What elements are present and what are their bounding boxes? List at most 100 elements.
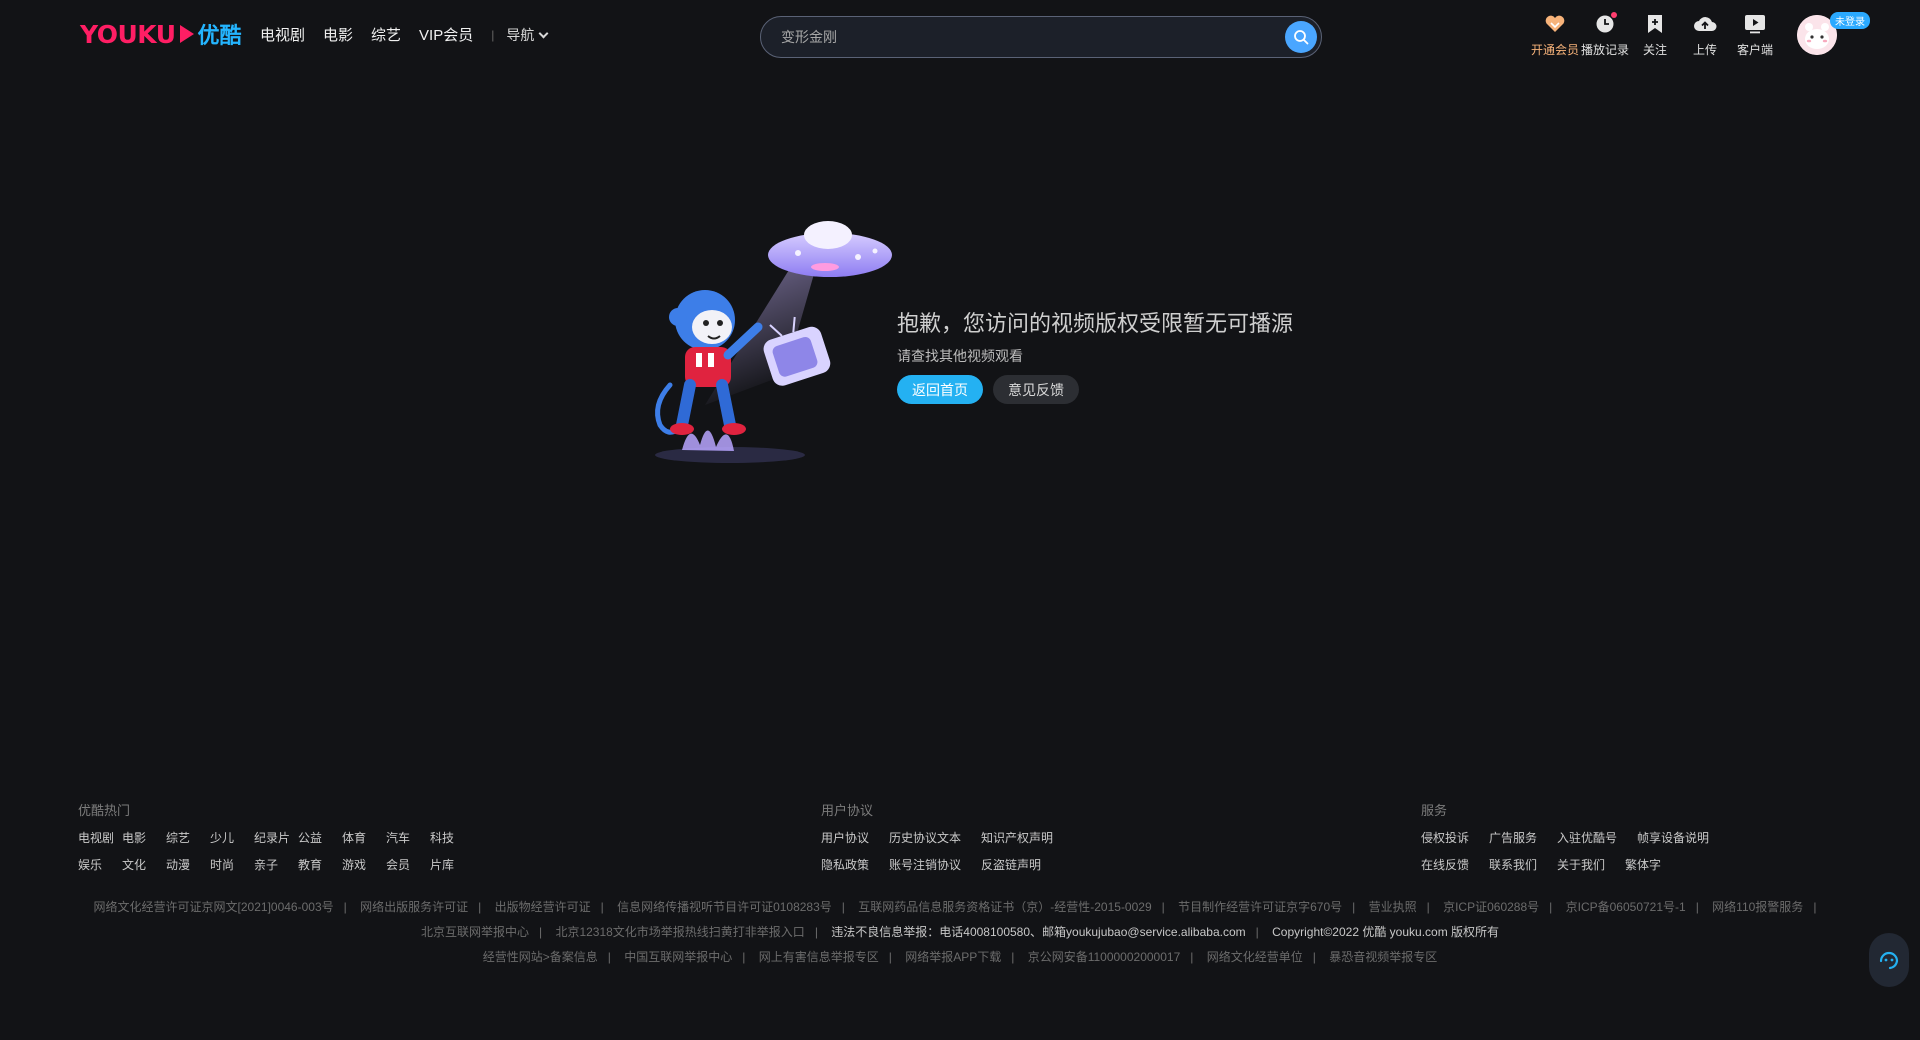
footer-link[interactable]: 用户协议 xyxy=(821,829,889,846)
back-home-button[interactable]: 返回首页 xyxy=(897,375,983,404)
nav-separator: | xyxy=(491,27,495,42)
license-link[interactable]: 网络文化经营许可证京网文[2021]0046-003号 xyxy=(94,900,334,914)
footer-agreement-column: 用户协议 用户协议 历史协议文本 知识产权声明 隐私政策 账号注销协议 反盗链声… xyxy=(821,800,1061,883)
nav-variety[interactable]: 综艺 xyxy=(371,24,401,45)
header-tools: 开通会员 播放记录 关注 上传 客户端 xyxy=(1530,12,1780,58)
license-link[interactable]: 京ICP备06050721号-1 xyxy=(1566,900,1686,914)
report-contact-text: 违法不良信息举报：电话4008100580、邮箱youkujubao@servi… xyxy=(831,925,1246,939)
license-link[interactable]: 网络110报警服务 xyxy=(1712,900,1803,914)
nav-menu-dropdown[interactable]: 导航 xyxy=(506,25,549,45)
footer-link[interactable]: 纪录片 xyxy=(254,829,298,846)
footer-link[interactable]: 会员 xyxy=(386,856,430,873)
license-link[interactable]: 京ICP证060288号 xyxy=(1443,900,1539,914)
license-link[interactable]: 网络出版服务许可证 xyxy=(360,900,468,914)
license-link[interactable]: 网络文化经营单位 xyxy=(1207,950,1303,964)
footer-link[interactable]: 历史协议文本 xyxy=(889,829,981,846)
license-link[interactable]: 节目制作经营许可证京字670号 xyxy=(1178,900,1342,914)
footer-link[interactable]: 游戏 xyxy=(342,856,386,873)
history-clock-icon xyxy=(1593,12,1617,36)
footer-link-row: 用户协议 历史协议文本 知识产权声明 xyxy=(821,829,1061,846)
copyright-text: Copyright©2022 优酷 youku.com 版权所有 xyxy=(1272,925,1500,939)
license-row-3: 经营性网站>备案信息 | 中国互联网举报中心 | 网上有害信息举报专区 | 网络举报A… xyxy=(482,950,1438,964)
history-button[interactable]: 播放记录 xyxy=(1580,12,1630,58)
footer-link[interactable]: 广告服务 xyxy=(1489,829,1557,846)
notification-dot xyxy=(1611,12,1617,18)
tool-label: 播放记录 xyxy=(1580,43,1629,57)
footer-link[interactable]: 动漫 xyxy=(166,856,210,873)
footer-link[interactable]: 反盗链声明 xyxy=(981,856,1061,873)
search-button[interactable] xyxy=(1285,21,1317,53)
footer-link[interactable]: 电视剧 xyxy=(78,829,122,846)
license-link[interactable]: 网络举报APP下载 xyxy=(905,950,1001,964)
footer-link[interactable]: 繁体字 xyxy=(1625,856,1693,873)
license-link[interactable]: 中国互联网举报中心 xyxy=(624,950,732,964)
top-header: YOUKU 优酷 电视剧 电影 综艺 VIP会员 | 导航 开通会员 xyxy=(0,0,1920,72)
tool-label: 开通会员 xyxy=(1530,43,1579,57)
footer-link[interactable]: 账号注销协议 xyxy=(889,856,981,873)
footer-link[interactable]: 时尚 xyxy=(210,856,254,873)
license-link[interactable]: 经营性网站>备案信息 xyxy=(483,950,598,964)
footer-link[interactable]: 公益 xyxy=(298,829,342,846)
error-title: 抱歉，您访问的视频版权受限暂无可播源 xyxy=(897,311,1294,336)
footer-link-row: 侵权投诉 广告服务 入驻优酷号 帧享设备说明 xyxy=(1421,829,1717,846)
license-link[interactable]: 营业执照 xyxy=(1369,900,1417,914)
footer-link[interactable]: 关于我们 xyxy=(1557,856,1625,873)
error-subtitle: 请查找其他视频观看 xyxy=(897,348,1023,364)
customer-service-button[interactable] xyxy=(1869,933,1909,987)
vip-heart-icon xyxy=(1543,12,1567,36)
tool-label: 上传 xyxy=(1692,43,1717,57)
login-status-badge: 未登录 xyxy=(1830,12,1870,29)
license-link[interactable]: 互联网药品信息服务资格证书（京）-经营性-2015-0029 xyxy=(858,900,1151,914)
footer-link[interactable]: 联系我们 xyxy=(1489,856,1557,873)
footer-column-title: 用户协议 xyxy=(821,803,874,818)
feedback-button[interactable]: 意见反馈 xyxy=(993,375,1079,404)
error-illustration xyxy=(655,221,892,463)
client-button[interactable]: 客户端 xyxy=(1730,12,1780,58)
license-link[interactable]: 京公网安备11000002000017 xyxy=(1028,950,1181,964)
footer-link[interactable]: 体育 xyxy=(342,829,386,846)
footer-link[interactable]: 汽车 xyxy=(386,829,430,846)
footer-link-row: 娱乐 文化 动漫 时尚 亲子 教育 游戏 会员 片库 xyxy=(78,856,474,873)
follow-button[interactable]: 关注 xyxy=(1630,12,1680,58)
license-link[interactable]: 出版物经营许可证 xyxy=(495,900,591,914)
footer-link[interactable]: 教育 xyxy=(298,856,342,873)
footer-link[interactable]: 帧享设备说明 xyxy=(1637,829,1717,846)
nav-vip[interactable]: VIP会员 xyxy=(419,24,473,45)
follow-bookmark-icon xyxy=(1643,12,1667,36)
footer-link[interactable]: 在线反馈 xyxy=(1421,856,1489,873)
search-input[interactable] xyxy=(781,17,1261,57)
license-row-2: 北京互联网举报中心 | 北京12318文化市场举报热线扫黄打非举报入口 | 违法不良… xyxy=(420,925,1500,939)
license-link[interactable]: 暴恐音视频举报专区 xyxy=(1329,950,1437,964)
license-link[interactable]: 北京互联网举报中心 xyxy=(421,925,529,939)
footer-link[interactable]: 科技 xyxy=(430,829,474,846)
tool-label: 客户端 xyxy=(1736,43,1773,57)
headset-icon xyxy=(1879,951,1899,970)
open-vip-button[interactable]: 开通会员 xyxy=(1530,12,1580,58)
footer-link[interactable]: 少儿 xyxy=(210,829,254,846)
footer-link[interactable]: 侵权投诉 xyxy=(1421,829,1489,846)
footer-link[interactable]: 娱乐 xyxy=(78,856,122,873)
logo-play-icon xyxy=(179,25,194,43)
upload-button[interactable]: 上传 xyxy=(1680,12,1730,58)
footer-link[interactable]: 知识产权声明 xyxy=(981,829,1061,846)
license-link[interactable]: 北京12318文化市场举报热线扫黄打非举报入口 xyxy=(555,925,804,939)
tool-label: 关注 xyxy=(1642,43,1667,57)
nav-tv[interactable]: 电视剧 xyxy=(260,24,305,45)
footer-link[interactable]: 综艺 xyxy=(166,829,210,846)
footer-link[interactable]: 电影 xyxy=(122,829,166,846)
nav-movie[interactable]: 电影 xyxy=(323,24,353,45)
footer-link[interactable]: 片库 xyxy=(430,856,474,873)
footer-link[interactable]: 亲子 xyxy=(254,856,298,873)
footer-link[interactable]: 入驻优酷号 xyxy=(1557,829,1637,846)
footer-link-row: 在线反馈 联系我们 关于我们 繁体字 xyxy=(1421,856,1717,873)
footer-link[interactable]: 隐私政策 xyxy=(821,856,889,873)
license-link[interactable]: 网上有害信息举报专区 xyxy=(759,950,879,964)
youku-logo[interactable]: YOUKU 优酷 xyxy=(80,19,242,50)
footer-link[interactable]: 文化 xyxy=(122,856,166,873)
client-play-icon xyxy=(1743,12,1767,36)
search-icon xyxy=(1294,30,1309,45)
license-link[interactable]: 信息网络传播视听节目许可证0108283号 xyxy=(617,900,832,914)
logo-wordmark: YOUKU xyxy=(80,19,176,49)
footer-column-title: 服务 xyxy=(1421,803,1448,818)
logo-chinese: 优酷 xyxy=(197,24,242,49)
